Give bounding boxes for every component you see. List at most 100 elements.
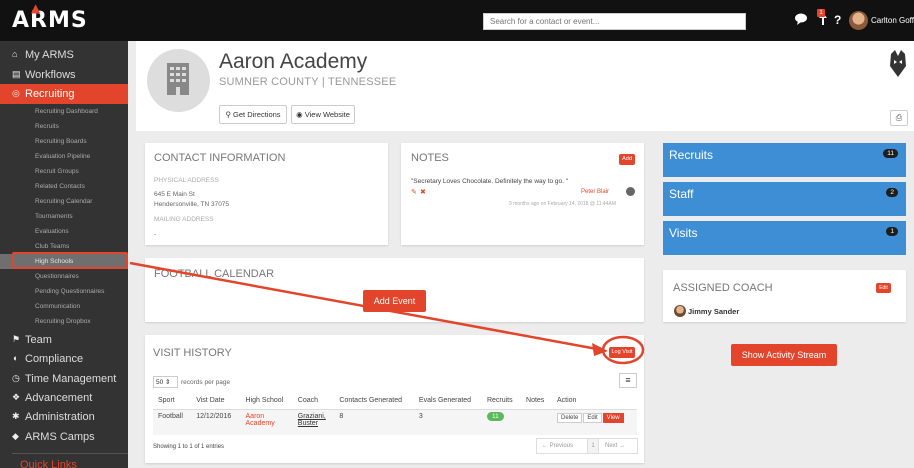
view-website-button[interactable]: ◉ View Website bbox=[291, 105, 355, 124]
cell-evals-generated: 3 bbox=[413, 409, 482, 435]
delete-note-icon[interactable]: ✖ bbox=[420, 188, 426, 196]
notes-card: NOTES Add "Secretary Loves Chocolate. De… bbox=[401, 143, 644, 245]
sidebar-item-label: Advancement bbox=[25, 392, 93, 404]
mailing-address-value: - bbox=[154, 231, 157, 238]
page-number[interactable]: 1 bbox=[587, 439, 599, 453]
sidebar-item-my-arms[interactable]: ⌂ My ARMS bbox=[0, 45, 128, 65]
edit-coach-button[interactable]: Edit bbox=[876, 283, 891, 293]
sub-item-recruits[interactable]: Recruits bbox=[0, 119, 128, 134]
assigned-coach-card: ASSIGNED COACH Edit Jimmy Sander bbox=[663, 270, 906, 322]
column-header[interactable]: Recruits bbox=[481, 392, 522, 410]
card-title: FOOTBALL CALENDAR bbox=[154, 268, 275, 280]
help-icon[interactable]: ? bbox=[834, 13, 841, 27]
edit-button[interactable]: Edit bbox=[583, 412, 602, 423]
recruits-count-badge[interactable]: 11 bbox=[486, 411, 504, 421]
edit-note-icon[interactable]: ✎ bbox=[411, 188, 417, 196]
address-line-1: 645 E Main St bbox=[154, 191, 195, 198]
clipboard-icon: ▤ bbox=[12, 69, 21, 79]
sidebar-item-arms-camps[interactable]: ◆ ARMS Camps bbox=[0, 427, 128, 447]
coach-avatar bbox=[674, 305, 686, 317]
table-row: Football 12/12/2016 Aaron Academy Grazia… bbox=[153, 409, 637, 435]
sidebar-item-workflows[interactable]: ▤ Workflows bbox=[0, 65, 128, 85]
sub-item-evaluations[interactable]: Evaluations bbox=[0, 224, 128, 239]
add-note-button[interactable]: Add bbox=[619, 154, 635, 165]
column-header[interactable]: Evals Generated bbox=[413, 392, 482, 410]
mailing-address-label: MAILING ADDRESS bbox=[154, 216, 214, 223]
show-activity-stream-button[interactable]: Show Activity Stream bbox=[731, 344, 837, 366]
sub-item-related-contacts[interactable]: Related Contacts bbox=[0, 179, 128, 194]
view-button[interactable]: View bbox=[602, 412, 624, 423]
sub-item-recruiting-calendar[interactable]: Recruiting Calendar bbox=[0, 194, 128, 209]
school-location: SUMNER COUNTY | TENNESSEE bbox=[219, 76, 397, 88]
sub-item-recruiting-dashboard[interactable]: Recruiting Dashboard bbox=[0, 104, 128, 119]
staff-panel[interactable]: Staff 2 bbox=[663, 182, 906, 216]
panel-label: Visits bbox=[669, 226, 698, 240]
cell-notes bbox=[521, 409, 552, 435]
diamond-icon: ◆ bbox=[12, 431, 19, 441]
physical-address-label: PHYSICAL ADDRESS bbox=[154, 177, 219, 184]
sidebar-item-advancement[interactable]: ❖ Advancement bbox=[0, 388, 128, 408]
chat-icon[interactable] bbox=[795, 13, 808, 28]
sub-item-tournaments[interactable]: Tournaments bbox=[0, 209, 128, 224]
column-header[interactable]: Vist Date bbox=[191, 392, 241, 410]
cell-coach[interactable]: Graziani, Buster bbox=[292, 409, 335, 435]
recruits-panel[interactable]: Recruits 11 bbox=[663, 143, 906, 177]
table-header-row: Sport Vist Date High School Coach Contac… bbox=[153, 392, 637, 410]
next-page-link[interactable]: Next → bbox=[605, 443, 625, 449]
column-header[interactable]: High School bbox=[240, 392, 293, 410]
sub-item-recruiting-boards[interactable]: Recruiting Boards bbox=[0, 134, 128, 149]
add-event-button[interactable]: Add Event bbox=[363, 290, 426, 312]
author-avatar bbox=[626, 187, 635, 196]
column-header[interactable]: Contacts Generated bbox=[334, 392, 414, 410]
globe-icon: ◉ bbox=[296, 110, 303, 119]
sub-item-recruit-groups[interactable]: Recruit Groups bbox=[0, 164, 128, 179]
sidebar-item-recruiting[interactable]: ◎ Recruiting bbox=[0, 84, 128, 104]
column-header[interactable]: Coach bbox=[292, 392, 335, 410]
printer-icon: ⎙ bbox=[895, 113, 903, 122]
get-directions-button[interactable]: ⚲ Get Directions bbox=[219, 105, 287, 124]
coach-name[interactable]: Jimmy Sander bbox=[688, 307, 739, 316]
sidebar-item-label: My ARMS bbox=[25, 49, 74, 61]
cell-sport: Football bbox=[153, 409, 192, 435]
card-title: NOTES bbox=[411, 152, 449, 164]
visits-panel[interactable]: Visits 1 bbox=[663, 221, 906, 255]
column-menu-button[interactable]: ≡ bbox=[619, 373, 637, 388]
gear-icon: ✱ bbox=[12, 411, 20, 421]
address-line-2: Hendersonville, TN 37075 bbox=[154, 201, 230, 208]
shield-icon: ◖ bbox=[12, 353, 18, 363]
cell-high-school[interactable]: Aaron Academy bbox=[240, 409, 293, 435]
card-title: ASSIGNED COACH bbox=[673, 282, 773, 294]
sub-item-questionnaires[interactable]: Questionnaires bbox=[0, 269, 128, 284]
quick-links-heading[interactable]: Quick Links bbox=[20, 459, 77, 468]
column-header: Action bbox=[551, 392, 637, 410]
target-icon: ◎ bbox=[12, 88, 20, 98]
school-mascot-logo bbox=[889, 50, 907, 78]
delete-button[interactable]: Delete bbox=[556, 412, 583, 423]
username[interactable]: Carlton Goff bbox=[871, 16, 914, 25]
school-building-icon bbox=[147, 49, 210, 112]
map-pin-icon: ⚲ bbox=[225, 110, 231, 119]
sub-item-communication[interactable]: Communication bbox=[0, 299, 128, 314]
football-calendar-card: FOOTBALL CALENDAR Add Event bbox=[145, 258, 644, 322]
sidebar-item-label: Team bbox=[25, 334, 52, 346]
log-visit-button[interactable]: Log Visit bbox=[609, 347, 635, 358]
arms-logo[interactable]: ▲ ARMS bbox=[12, 1, 88, 33]
note-author[interactable]: Peter Blair bbox=[581, 189, 609, 195]
sub-item-evaluation-pipeline[interactable]: Evaluation Pipeline bbox=[0, 149, 128, 164]
sidebar-item-team[interactable]: ⚑ Team bbox=[0, 330, 128, 350]
visit-history-table: Sport Vist Date High School Coach Contac… bbox=[153, 392, 637, 435]
page-title: Aaron Academy bbox=[219, 50, 368, 73]
sub-item-pending-questionnaires[interactable]: Pending Questionnaires bbox=[0, 284, 128, 299]
search-input[interactable] bbox=[483, 13, 746, 30]
column-header[interactable]: Sport bbox=[153, 392, 192, 410]
previous-page-link[interactable]: ← Previous bbox=[542, 443, 573, 449]
page-size-select[interactable]: 50 ⇕ bbox=[153, 376, 178, 388]
user-avatar[interactable] bbox=[849, 11, 868, 30]
note-text: "Secretary Loves Chocolate. Definitely t… bbox=[411, 178, 569, 185]
sidebar-item-time-management[interactable]: ◷ Time Management bbox=[0, 369, 128, 389]
print-button[interactable]: ⎙ bbox=[890, 110, 908, 126]
sub-item-recruiting-dropbox[interactable]: Recruiting Dropbox bbox=[0, 314, 128, 329]
sidebar-item-compliance[interactable]: ◖ Compliance bbox=[0, 349, 128, 369]
column-header[interactable]: Notes bbox=[521, 392, 552, 410]
sidebar-item-administration[interactable]: ✱ Administration bbox=[0, 407, 128, 427]
